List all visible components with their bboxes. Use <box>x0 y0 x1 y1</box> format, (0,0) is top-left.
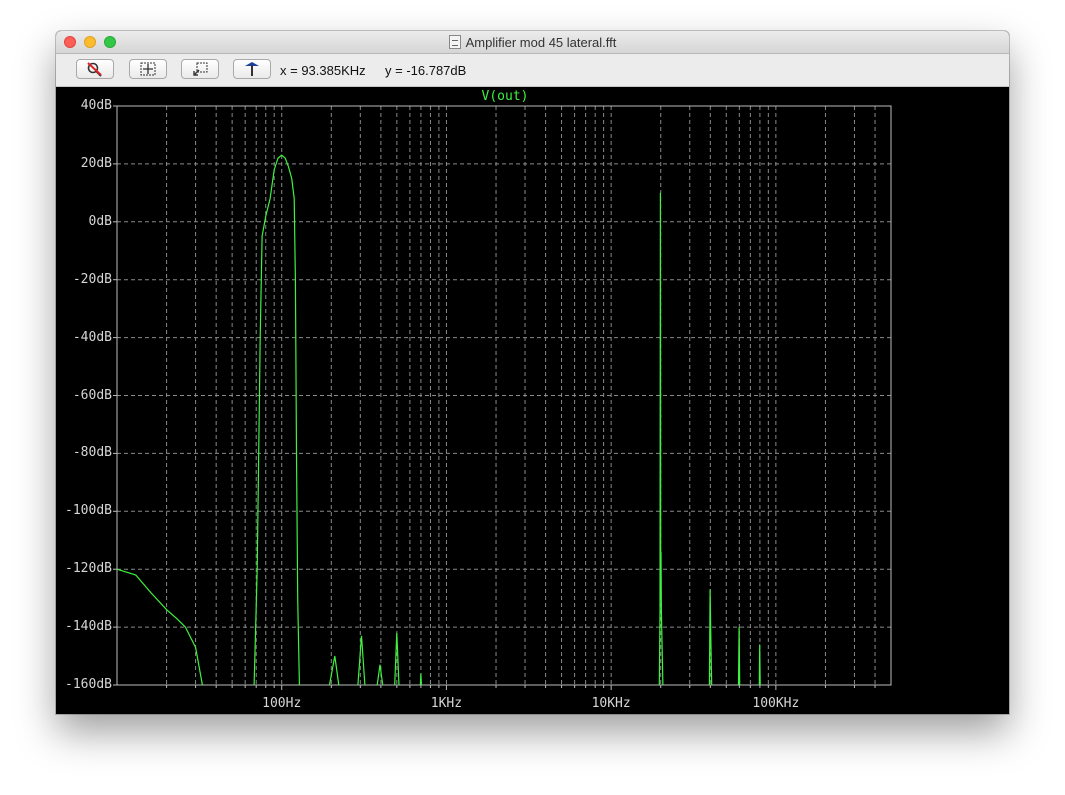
zoom-cancel-icon <box>87 62 102 77</box>
zoom-back-icon <box>193 62 208 76</box>
document-icon <box>448 35 461 49</box>
probe-button[interactable] <box>233 59 271 79</box>
window-title-container: Amplifier mod 45 lateral.fft <box>56 31 1009 53</box>
trace-segment <box>708 589 713 686</box>
y-tick-label: -100dB <box>65 503 112 519</box>
y-tick-label: -120dB <box>65 561 112 577</box>
fft-plot-canvas[interactable] <box>56 87 1009 714</box>
y-tick-label: -60dB <box>72 387 112 403</box>
toolbar: x = 93.385KHz y = -16.787dB <box>56 54 1009 87</box>
x-tick-label: 10KHz <box>591 696 631 711</box>
y-tick-label: -20dB <box>72 271 112 287</box>
y-tick-label: -40dB <box>72 329 112 345</box>
plot-window: Amplifier mod 45 lateral.fft x = 93.385K… <box>56 31 1009 714</box>
zoom-cancel-button[interactable] <box>76 59 114 79</box>
x-tick-label: 1KHz <box>430 696 463 711</box>
trace-segment <box>394 632 400 686</box>
window-title: Amplifier mod 45 lateral.fft <box>465 34 617 50</box>
zoom-extents-button[interactable] <box>129 59 167 79</box>
probe-icon <box>245 62 259 76</box>
y-tick-label: 20dB <box>80 155 112 171</box>
plot-area[interactable]: V(out) 40dB 20dB 0dB -20dB -40dB -60dB -80dB -1… <box>56 87 1009 714</box>
zoom-back-button[interactable] <box>181 59 219 79</box>
trace-title[interactable]: V(out) <box>482 89 529 104</box>
trace-segment <box>658 192 664 686</box>
y-tick-label: -80dB <box>72 445 112 461</box>
cursor-x-readout: x = 93.385KHz <box>280 63 366 78</box>
x-tick-label: 100Hz <box>262 696 302 711</box>
y-tick-label: 40dB <box>80 98 112 113</box>
zoom-extents-icon <box>140 62 156 76</box>
trace-segment <box>376 664 384 686</box>
trace-segment <box>419 673 422 686</box>
title-bar[interactable]: Amplifier mod 45 lateral.fft <box>56 31 1009 54</box>
y-tick-label: -160dB <box>65 677 112 692</box>
trace-segment <box>758 644 761 686</box>
y-tick-label: 0dB <box>88 213 112 229</box>
x-tick-label: 100KHz <box>752 696 800 711</box>
cursor-y-readout: y = -16.787dB <box>385 63 467 78</box>
trace-segment <box>357 635 366 686</box>
trace-segment <box>737 627 741 686</box>
trace-segment <box>253 154 300 686</box>
y-tick-label: -140dB <box>65 619 112 635</box>
